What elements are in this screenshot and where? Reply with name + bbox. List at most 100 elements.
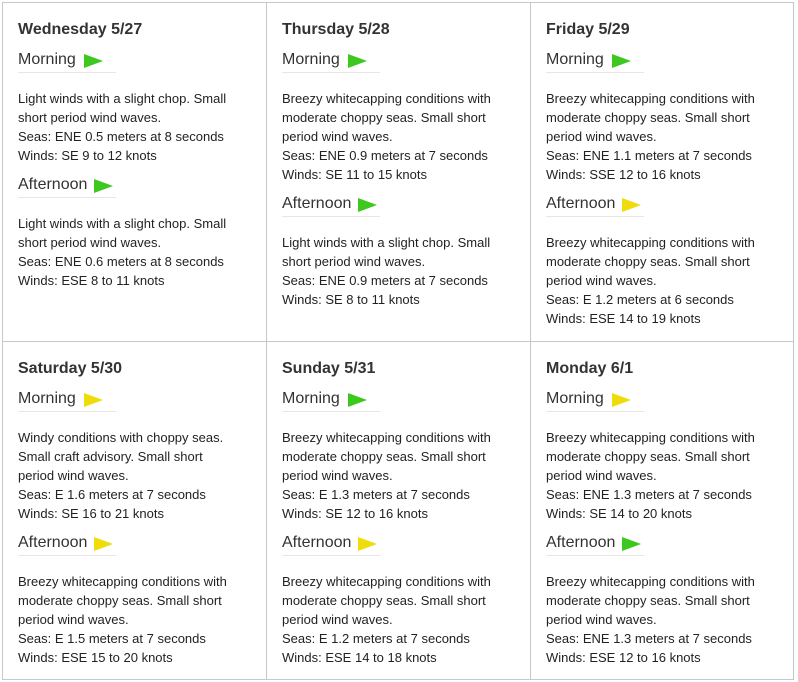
conditions-line: period wind waves.	[282, 129, 393, 144]
winds-text: Winds: SE 9 to 12 knots	[18, 148, 157, 163]
conditions-line: Small craft advisory. Small short	[18, 449, 203, 464]
green-flag-icon	[94, 179, 113, 193]
winds-text: Winds: ESE 8 to 11 knots	[18, 273, 165, 288]
conditions-line: period wind waves.	[546, 129, 657, 144]
green-flag-icon	[358, 198, 377, 212]
day-card: Monday 6/1 Morning Breezy whitecapping c…	[530, 341, 794, 680]
day-card: Friday 5/29 Morning Breezy whitecapping …	[530, 2, 794, 342]
morning-period: Morning	[546, 50, 644, 73]
seas-text: Seas: E 1.6 meters at 7 seconds	[18, 487, 206, 502]
conditions-text: Breezy whitecapping conditions with mode…	[282, 572, 522, 667]
forecast-grid: Wednesday 5/27 Morning Light winds with …	[2, 2, 794, 680]
conditions-line: Breezy whitecapping conditions with	[282, 574, 491, 589]
winds-text: Winds: ESE 15 to 20 knots	[18, 650, 173, 665]
conditions-line: Breezy whitecapping conditions with	[546, 430, 755, 445]
conditions-text: Light winds with a slight chop. Small sh…	[18, 89, 258, 165]
yellow-flag-icon	[622, 198, 641, 212]
conditions-line: moderate choppy seas. Small short	[282, 110, 486, 125]
winds-text: Winds: SE 14 to 20 knots	[546, 506, 692, 521]
day-title: Thursday 5/28	[282, 21, 390, 38]
afternoon-period: Afternoon	[546, 194, 644, 217]
conditions-line: moderate choppy seas. Small short	[546, 449, 750, 464]
conditions-line: moderate choppy seas. Small short	[18, 593, 222, 608]
day-card: Wednesday 5/27 Morning Light winds with …	[2, 2, 267, 342]
afternoon-period: Afternoon	[18, 175, 116, 198]
conditions-line: short period wind waves.	[18, 235, 162, 250]
conditions-line: period wind waves.	[282, 612, 393, 627]
winds-text: Winds: ESE 14 to 18 knots	[282, 650, 437, 665]
conditions-line: period wind waves.	[546, 468, 657, 483]
conditions-line: Windy conditions with choppy seas.	[18, 430, 224, 445]
period-label: Morning	[282, 51, 340, 68]
day-card: Saturday 5/30 Morning Windy conditions w…	[2, 341, 267, 680]
afternoon-period: Afternoon	[282, 194, 380, 217]
conditions-line: short period wind waves.	[282, 254, 426, 269]
conditions-line: Light winds with a slight chop. Small	[18, 216, 227, 231]
conditions-line: Breezy whitecapping conditions with	[546, 91, 755, 106]
winds-text: Winds: ESE 14 to 19 knots	[546, 311, 701, 326]
period-label: Afternoon	[546, 195, 616, 212]
afternoon-period: Afternoon	[546, 533, 644, 556]
green-flag-icon	[348, 54, 367, 68]
period-label: Afternoon	[18, 176, 88, 193]
period-label: Morning	[282, 390, 340, 407]
conditions-text: Breezy whitecapping conditions with mode…	[282, 428, 522, 523]
conditions-text: Breezy whitecapping conditions with mode…	[546, 428, 786, 523]
green-flag-icon	[84, 54, 103, 68]
yellow-flag-icon	[84, 393, 103, 407]
conditions-text: Light winds with a slight chop. Small sh…	[282, 233, 522, 309]
conditions-line: moderate choppy seas. Small short	[546, 254, 750, 269]
day-card: Thursday 5/28 Morning Breezy whitecappin…	[266, 2, 531, 342]
conditions-line: period wind waves.	[18, 468, 129, 483]
green-flag-icon	[612, 54, 631, 68]
conditions-line: moderate choppy seas. Small short	[282, 449, 486, 464]
morning-period: Morning	[18, 389, 116, 412]
seas-text: Seas: E 1.3 meters at 7 seconds	[282, 487, 470, 502]
afternoon-period: Afternoon	[282, 533, 380, 556]
winds-text: Winds: SE 8 to 11 knots	[282, 292, 420, 307]
morning-period: Morning	[282, 389, 380, 412]
conditions-line: Breezy whitecapping conditions with	[282, 430, 491, 445]
conditions-text: Breezy whitecapping conditions with mode…	[546, 233, 786, 328]
winds-text: Winds: SE 11 to 15 knots	[282, 167, 427, 182]
winds-text: Winds: ESE 12 to 16 knots	[546, 650, 701, 665]
conditions-line: period wind waves.	[18, 612, 129, 627]
conditions-text: Breezy whitecapping conditions with mode…	[546, 572, 786, 667]
conditions-line: Breezy whitecapping conditions with	[18, 574, 227, 589]
conditions-line: moderate choppy seas. Small short	[546, 593, 750, 608]
morning-period: Morning	[546, 389, 644, 412]
period-label: Morning	[546, 390, 604, 407]
period-label: Morning	[546, 51, 604, 68]
conditions-text: Windy conditions with choppy seas. Small…	[18, 428, 258, 523]
seas-text: Seas: ENE 1.3 meters at 7 seconds	[546, 487, 752, 502]
green-flag-icon	[622, 537, 641, 551]
seas-text: Seas: E 1.5 meters at 7 seconds	[18, 631, 206, 646]
conditions-line: period wind waves.	[546, 273, 657, 288]
conditions-line: Breezy whitecapping conditions with	[282, 91, 491, 106]
period-label: Afternoon	[282, 534, 352, 551]
period-label: Morning	[18, 51, 76, 68]
conditions-line: Breezy whitecapping conditions with	[546, 235, 755, 250]
conditions-text: Breezy whitecapping conditions with mode…	[18, 572, 258, 667]
green-flag-icon	[348, 393, 367, 407]
conditions-line: Light winds with a slight chop. Small	[282, 235, 491, 250]
seas-text: Seas: ENE 0.9 meters at 7 seconds	[282, 273, 488, 288]
morning-period: Morning	[282, 50, 380, 73]
period-label: Morning	[18, 390, 76, 407]
winds-text: Winds: SSE 12 to 16 knots	[546, 167, 701, 182]
day-title: Wednesday 5/27	[18, 21, 143, 38]
conditions-line: Light winds with a slight chop. Small	[18, 91, 227, 106]
yellow-flag-icon	[94, 537, 113, 551]
seas-text: Seas: E 1.2 meters at 7 seconds	[282, 631, 470, 646]
period-label: Afternoon	[282, 195, 352, 212]
day-card: Sunday 5/31 Morning Breezy whitecapping …	[266, 341, 531, 680]
conditions-line: short period wind waves.	[18, 110, 162, 125]
conditions-line: moderate choppy seas. Small short	[546, 110, 750, 125]
yellow-flag-icon	[612, 393, 631, 407]
conditions-line: Breezy whitecapping conditions with	[546, 574, 755, 589]
day-title: Sunday 5/31	[282, 360, 376, 377]
conditions-line: period wind waves.	[546, 612, 657, 627]
seas-text: Seas: ENE 0.6 meters at 8 seconds	[18, 254, 224, 269]
seas-text: Seas: ENE 0.5 meters at 8 seconds	[18, 129, 224, 144]
day-title: Friday 5/29	[546, 21, 630, 38]
